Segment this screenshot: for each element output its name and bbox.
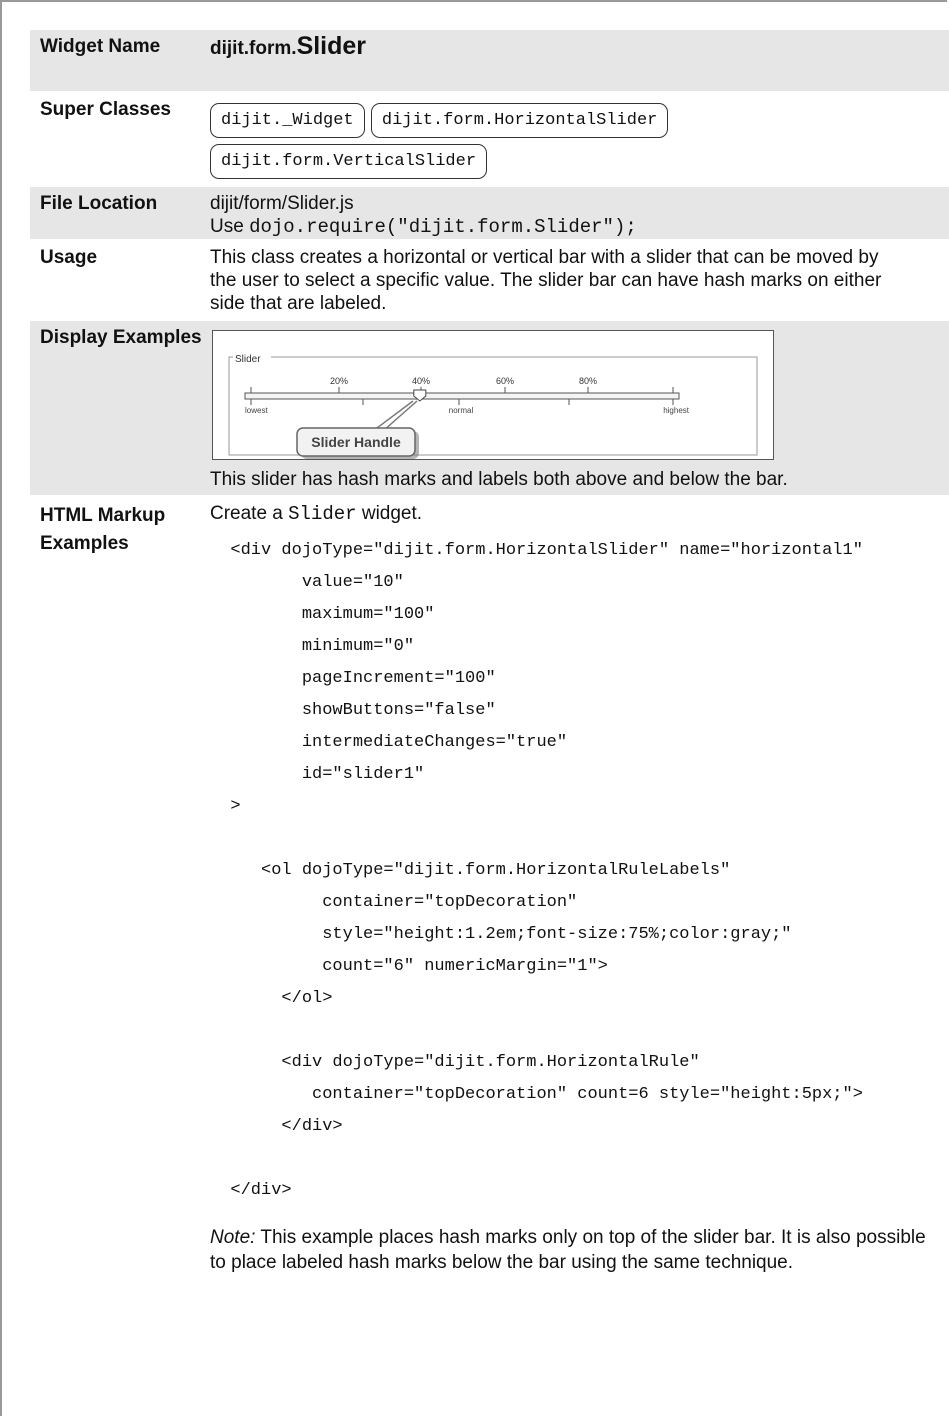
file-require: Use dojo.require("dijit.form.Slider"); bbox=[210, 215, 949, 239]
file-location-label: File Location bbox=[30, 185, 210, 240]
markup-intro: Create a Slider widget. bbox=[210, 502, 949, 526]
usage-label: Usage bbox=[30, 239, 210, 320]
super-class-pill: dijit.form.HorizontalSlider bbox=[370, 103, 669, 138]
slider-bar[interactable] bbox=[244, 392, 680, 400]
super-classes-label: Super Classes bbox=[30, 91, 210, 186]
widget-name-main: Slider bbox=[296, 32, 367, 60]
widget-name-value: dijit.form.Slider bbox=[210, 30, 949, 92]
use-prefix: Use bbox=[210, 216, 244, 237]
top-label: 80% bbox=[579, 376, 597, 386]
bottom-ticks bbox=[250, 399, 674, 405]
row-file-location: File Location dijit/form/Slider.js Use d… bbox=[30, 185, 949, 240]
markup-note: Note: This example places hash marks onl… bbox=[210, 1225, 949, 1275]
widget-reference-table: Widget Name dijit.form.Slider Super Clas… bbox=[30, 30, 949, 1275]
row-usage: Usage This class creates a horizontal or… bbox=[30, 239, 949, 320]
row-display-examples: Display Examples Slider 20% 40% 60% 80% bbox=[30, 319, 949, 496]
super-class-pill: dijit._Widget bbox=[210, 103, 365, 138]
top-label: 20% bbox=[330, 376, 348, 386]
row-super-classes: Super Classes dijit._Widget dijit.form.H… bbox=[30, 91, 949, 186]
html-markup-value: Create a Slider widget. <div dojoType="d… bbox=[210, 495, 949, 1275]
file-path: dijit/form/Slider.js bbox=[210, 193, 354, 214]
widget-name-label: Widget Name bbox=[30, 30, 210, 92]
top-ticks bbox=[250, 387, 674, 393]
intro-suffix: widget. bbox=[361, 503, 423, 524]
slider-figure: Slider 20% 40% 60% 80% lowest normal hig… bbox=[228, 351, 758, 459]
slider-screenshot: Slider 20% 40% 60% 80% lowest normal hig… bbox=[212, 330, 774, 460]
usage-text: This class creates a horizontal or verti… bbox=[210, 239, 949, 320]
bottom-label-highest: highest bbox=[663, 406, 690, 415]
top-label: 60% bbox=[496, 376, 514, 386]
note-text: This example places hash marks only on t… bbox=[210, 1227, 926, 1273]
row-html-markup: HTML Markup Examples Create a Slider wid… bbox=[30, 495, 949, 1275]
require-code: dojo.require("dijit.form.Slider"); bbox=[249, 216, 637, 238]
display-examples-value: Slider 20% 40% 60% 80% lowest normal hig… bbox=[210, 319, 949, 496]
callout-label: Slider Handle bbox=[311, 434, 401, 450]
fieldset-legend: Slider bbox=[235, 354, 261, 365]
display-examples-label: Display Examples bbox=[30, 319, 210, 496]
row-widget-name: Widget Name dijit.form.Slider bbox=[30, 30, 949, 92]
super-classes-value: dijit._Widget dijit.form.HorizontalSlide… bbox=[210, 91, 949, 186]
bottom-label-normal: normal bbox=[449, 406, 474, 415]
widget-name-prefix: dijit.form. bbox=[210, 38, 297, 59]
file-location-value: dijit/form/Slider.js Use dojo.require("d… bbox=[210, 185, 949, 240]
bottom-label-lowest: lowest bbox=[245, 406, 268, 415]
html-markup-label: HTML Markup Examples bbox=[30, 495, 210, 1275]
intro-prefix: Create a bbox=[210, 503, 283, 524]
callout-pointer bbox=[372, 400, 418, 432]
note-label: Note: bbox=[210, 1227, 256, 1248]
intro-code: Slider bbox=[288, 503, 357, 525]
top-labels: 20% 40% 60% 80% bbox=[330, 376, 597, 386]
top-label: 40% bbox=[412, 376, 430, 386]
super-class-pill: dijit.form.VerticalSlider bbox=[210, 144, 488, 179]
display-caption: This slider has hash marks and labels bo… bbox=[210, 469, 788, 490]
markup-code: <div dojoType="dijit.form.HorizontalSlid… bbox=[230, 541, 863, 1200]
